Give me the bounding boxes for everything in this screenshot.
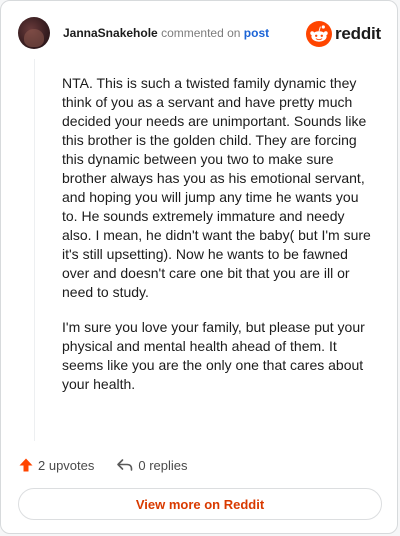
reddit-wordmark: reddit bbox=[334, 24, 381, 43]
comment-header: JannaSnakehole commented on post reddit bbox=[18, 17, 381, 51]
thread-line bbox=[34, 59, 35, 441]
view-more-on-reddit-button[interactable]: View more on Reddit bbox=[18, 488, 382, 520]
comment-actions: 2 upvotes 0 replies bbox=[18, 455, 188, 475]
comment-meta: JannaSnakehole commented on post bbox=[63, 26, 269, 40]
upvotes-count: 2 upvotes bbox=[38, 457, 95, 473]
upvote-button[interactable]: 2 upvotes bbox=[18, 457, 94, 473]
comment-paragraph: NTA. This is such a twisted family dynam… bbox=[62, 75, 371, 300]
comment-paragraph: I'm sure you love your family, but pleas… bbox=[62, 319, 365, 392]
username-link[interactable]: JannaSnakehole bbox=[63, 26, 158, 40]
upvote-arrow-icon bbox=[19, 458, 33, 472]
reddit-logo-icon bbox=[305, 21, 332, 47]
reply-arrow-icon bbox=[117, 459, 133, 471]
replies-button[interactable]: 0 replies bbox=[116, 457, 188, 473]
reddit-brand[interactable]: reddit bbox=[305, 21, 381, 47]
comment-body: NTA. This is such a twisted family dynam… bbox=[62, 74, 374, 410]
embedded-comment-card: JannaSnakehole commented on post reddit … bbox=[0, 0, 398, 534]
user-avatar[interactable] bbox=[18, 17, 50, 49]
commented-on-text: commented on bbox=[161, 26, 241, 40]
replies-count: 0 replies bbox=[138, 457, 188, 473]
post-link[interactable]: post bbox=[244, 26, 269, 40]
